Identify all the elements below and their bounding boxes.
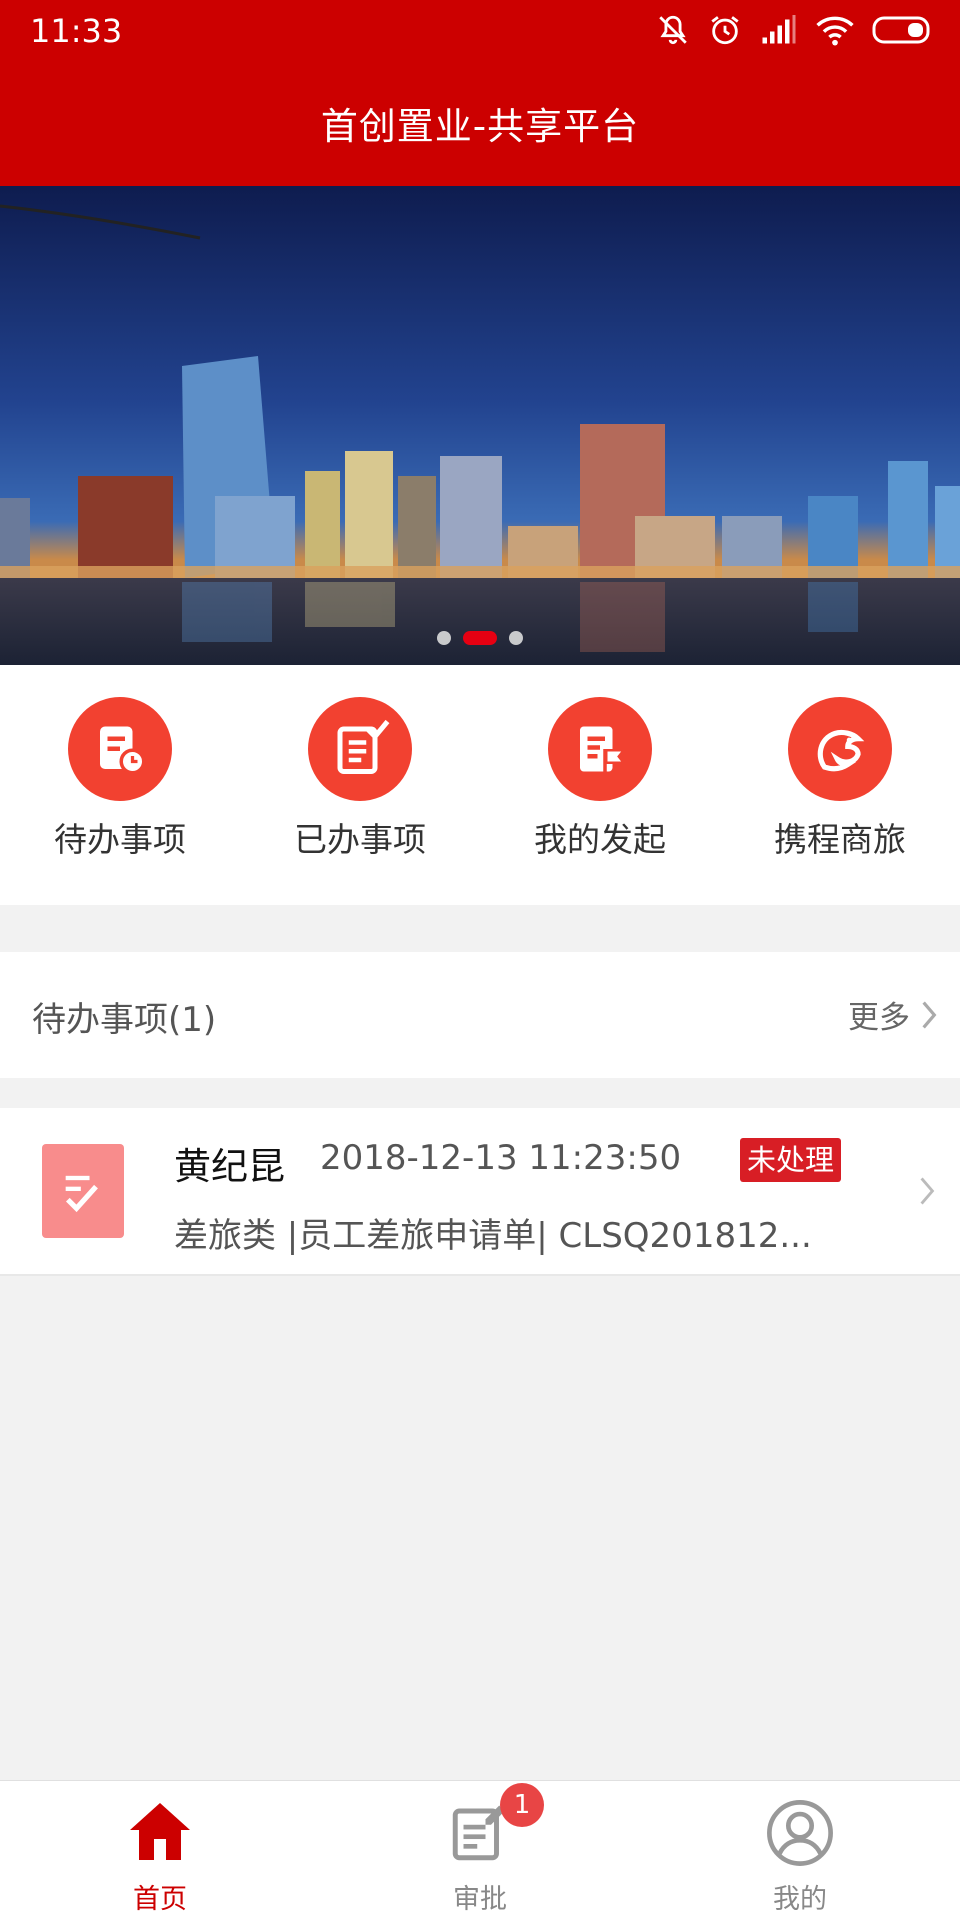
tab-approval[interactable]: 1 审批 <box>320 1781 640 1920</box>
status-time: 11:33 <box>30 12 123 50</box>
quick-item-label: 已办事项 <box>294 820 426 859</box>
quick-item-ctrip[interactable]: 携程商旅 <box>720 665 960 905</box>
initiated-flag-icon <box>548 697 652 801</box>
carousel-dot[interactable] <box>509 631 523 645</box>
carousel-dot-active[interactable] <box>463 631 497 645</box>
section-title: 待办事项(1) <box>32 1000 217 1040</box>
profile-icon <box>760 1793 840 1873</box>
bottom-nav: 首页 1 审批 我的 <box>0 1780 960 1920</box>
status-bar: 11:33 <box>0 0 960 60</box>
todo-description: 差旅类 |员工差旅申请单| CLSQ201812... <box>174 1216 812 1256</box>
quick-item-label: 待办事项 <box>54 820 186 859</box>
quick-item-label: 携程商旅 <box>774 820 906 859</box>
notification-badge: 1 <box>500 1783 544 1827</box>
todo-applicant-name: 黄纪昆 <box>174 1145 285 1188</box>
quick-item-label: 我的发起 <box>534 820 666 859</box>
checklist-doc-icon <box>42 1144 124 1238</box>
chevron-right-icon <box>922 1001 937 1028</box>
quick-item-todo[interactable]: 待办事项 <box>0 665 240 905</box>
city-skyline-image <box>0 186 960 665</box>
tab-label: 我的 <box>773 1884 827 1915</box>
tab-home[interactable]: 首页 <box>0 1781 320 1920</box>
todo-doc-icon <box>68 697 172 801</box>
ctrip-dolphin-icon <box>788 697 892 801</box>
chevron-right-icon <box>920 1177 935 1205</box>
alarm-icon <box>711 16 739 45</box>
tab-profile[interactable]: 我的 <box>640 1781 960 1920</box>
quick-item-done[interactable]: 已办事项 <box>240 665 480 905</box>
app-title: 首创置业-共享平台 <box>320 105 640 148</box>
status-badge: 未处理 <box>740 1138 842 1182</box>
signal-icon <box>762 15 796 44</box>
battery-icon <box>872 16 930 44</box>
more-link[interactable]: 更多 <box>848 992 938 1037</box>
carousel-indicator <box>0 630 960 646</box>
status-icons <box>656 12 934 48</box>
wifi-icon <box>816 16 854 46</box>
tab-label: 首页 <box>133 1884 187 1915</box>
more-label: 更多 <box>848 1000 910 1036</box>
todo-section-header: 待办事项(1) 更多 <box>0 952 960 1078</box>
home-icon <box>120 1793 200 1873</box>
quick-menu: 待办事项 已办事项 我的发起 携程商旅 <box>0 665 960 905</box>
done-edit-icon <box>308 697 412 801</box>
banner-carousel[interactable] <box>0 186 960 665</box>
quick-item-initiated[interactable]: 我的发起 <box>480 665 720 905</box>
todo-timestamp: 2018-12-13 11:23:50 <box>320 1138 682 1178</box>
carousel-dot[interactable] <box>437 631 451 645</box>
mute-icon <box>659 15 687 45</box>
app-header: 11:33 首创置业-共享平台 <box>0 0 960 186</box>
todo-list-item[interactable]: 黄纪昆 2018-12-13 11:23:50 未处理 差旅类 |员工差旅申请单… <box>0 1108 960 1276</box>
tab-label: 审批 <box>453 1884 507 1915</box>
